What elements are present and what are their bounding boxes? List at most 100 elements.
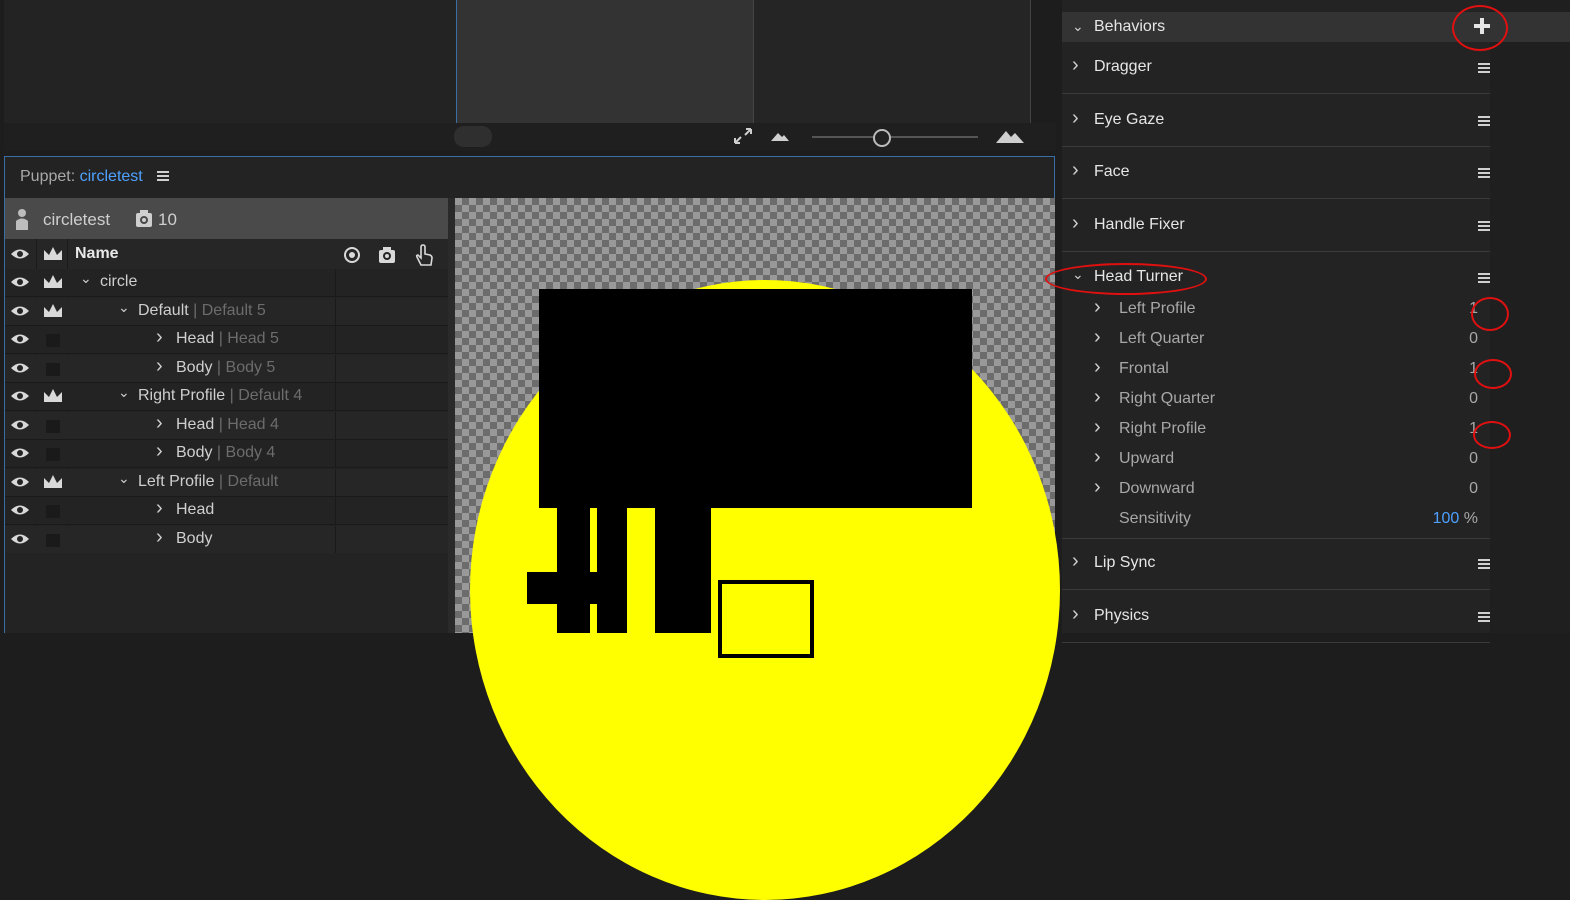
chevron-right-icon[interactable]: › xyxy=(1072,603,1079,626)
sensitivity-value[interactable]: 100 xyxy=(1433,510,1460,527)
chevron-right-icon[interactable]: › xyxy=(1094,446,1101,469)
head-turner-param-row[interactable]: › Upward 0 xyxy=(1062,444,1490,474)
behavior-row[interactable]: › Dragger xyxy=(1062,42,1490,94)
param-value[interactable]: 0 xyxy=(1469,330,1478,348)
param-label: Left Quarter xyxy=(1119,330,1205,347)
layer-row[interactable]: › Head | Head 5 xyxy=(5,326,448,354)
chevron-right-icon[interactable]: › xyxy=(1094,356,1101,379)
zoom-slider-knob[interactable] xyxy=(873,129,891,147)
chevron-right-icon[interactable]: › xyxy=(156,526,163,549)
visibility-eye-icon[interactable] xyxy=(10,532,30,550)
visibility-column-eye-icon[interactable] xyxy=(10,248,30,260)
behavior-menu-icon[interactable] xyxy=(1478,273,1490,283)
independent-toggle-box[interactable] xyxy=(46,362,60,376)
zoom-out-mountain-icon[interactable] xyxy=(771,131,789,141)
chevron-right-icon[interactable]: › xyxy=(156,440,163,463)
behavior-menu-icon[interactable] xyxy=(1478,63,1490,73)
name-column-header[interactable]: Name xyxy=(75,245,119,263)
chevron-down-icon[interactable]: ⌄ xyxy=(118,299,130,316)
behavior-menu-icon[interactable] xyxy=(1478,611,1490,622)
independent-crown-icon[interactable] xyxy=(43,474,63,495)
chevron-down-icon[interactable]: ⌄ xyxy=(118,470,130,487)
record-column-icon[interactable] xyxy=(343,246,361,264)
zoom-slider-track[interactable] xyxy=(812,136,978,138)
layer-row[interactable]: › Head xyxy=(5,497,448,525)
layer-row[interactable]: ⌄ circle xyxy=(5,269,448,297)
chevron-right-icon[interactable]: › xyxy=(1094,386,1101,409)
horizontal-scroll-thumb[interactable] xyxy=(454,126,492,147)
behaviors-collapse-chevron-icon[interactable]: ⌄ xyxy=(1072,18,1084,35)
chevron-right-icon[interactable]: › xyxy=(156,355,163,378)
layer-source-name: | Default xyxy=(214,472,279,490)
chevron-right-icon[interactable]: › xyxy=(1072,159,1079,182)
behavior-row[interactable]: › Physics xyxy=(1062,591,1490,643)
visibility-eye-icon[interactable] xyxy=(10,361,30,379)
annotation-circle-head-turner xyxy=(1045,263,1207,295)
chevron-right-icon[interactable]: › xyxy=(1094,476,1101,499)
touch-column-icon[interactable] xyxy=(413,243,435,267)
independent-toggle-box[interactable] xyxy=(46,419,60,433)
head-turner-param-row[interactable]: › Right Quarter 0 xyxy=(1062,384,1490,414)
chevron-down-icon[interactable]: ⌄ xyxy=(80,270,92,287)
visibility-eye-icon[interactable] xyxy=(10,446,30,464)
layer-name: Head | Head 5 xyxy=(176,330,279,348)
layer-row[interactable]: › Head | Head 4 xyxy=(5,411,448,440)
panel-splitter[interactable] xyxy=(448,198,455,633)
independent-crown-icon[interactable] xyxy=(43,303,63,324)
layer-row[interactable]: › Body xyxy=(5,525,448,554)
visibility-eye-icon[interactable] xyxy=(10,332,30,350)
chevron-right-icon[interactable]: › xyxy=(1094,296,1101,319)
chevron-right-icon[interactable]: › xyxy=(156,412,163,435)
layer-row[interactable]: › Body | Body 5 xyxy=(5,354,448,383)
param-value[interactable]: 0 xyxy=(1469,450,1478,468)
panel-menu-icon[interactable] xyxy=(157,171,170,181)
chevron-right-icon[interactable]: › xyxy=(1072,54,1079,77)
chevron-right-icon[interactable]: › xyxy=(1072,550,1079,573)
head-turner-param-row[interactable]: › Downward 0 xyxy=(1062,474,1490,504)
layer-row[interactable]: › Body | Body 4 xyxy=(5,440,448,468)
head-turner-param-row[interactable]: › Left Quarter 0 xyxy=(1062,324,1490,354)
behavior-menu-icon[interactable] xyxy=(1478,168,1490,178)
independent-toggle-box[interactable] xyxy=(46,533,60,547)
behavior-menu-icon[interactable] xyxy=(1478,115,1490,126)
behavior-row[interactable]: › Eye Gaze xyxy=(1062,95,1490,147)
behavior-row[interactable]: › Handle Fixer xyxy=(1062,200,1490,252)
head-turner-param-row[interactable]: › Right Profile 1 xyxy=(1062,414,1490,444)
independent-toggle-box[interactable] xyxy=(46,505,60,518)
independent-toggle-box[interactable] xyxy=(46,448,60,461)
visibility-eye-icon[interactable] xyxy=(10,304,30,322)
zoom-in-mountain-icon[interactable] xyxy=(996,129,1024,143)
layer-row[interactable]: ⌄ Right Profile | Default 4 xyxy=(5,383,448,411)
param-value[interactable]: 0 xyxy=(1469,390,1478,408)
chevron-right-icon[interactable]: › xyxy=(1072,212,1079,235)
behavior-row[interactable]: › Lip Sync xyxy=(1062,538,1490,590)
chevron-right-icon[interactable]: › xyxy=(1094,416,1101,439)
param-value[interactable]: 0 xyxy=(1469,480,1478,498)
behavior-menu-icon[interactable] xyxy=(1478,559,1490,569)
layer-row[interactable]: ⌄ Default | Default 5 xyxy=(5,297,448,326)
independent-crown-icon[interactable] xyxy=(43,274,63,295)
behavior-menu-icon[interactable] xyxy=(1478,220,1490,231)
head-turner-param-row[interactable]: › Left Profile 1 xyxy=(1062,294,1490,324)
behavior-row[interactable]: › Face xyxy=(1062,147,1490,199)
head-turner-param-row[interactable]: › Frontal 1 xyxy=(1062,354,1490,384)
visibility-eye-icon[interactable] xyxy=(10,389,30,407)
layer-source-name: | Default 4 xyxy=(225,387,303,404)
sensitivity-row[interactable]: Sensitivity 100 % xyxy=(1062,504,1490,539)
camera-column-icon[interactable] xyxy=(377,245,397,265)
visibility-eye-icon[interactable] xyxy=(10,418,30,436)
chevron-right-icon[interactable]: › xyxy=(1072,107,1079,130)
independent-column-crown-icon[interactable] xyxy=(43,246,63,262)
chevron-down-icon[interactable]: ⌄ xyxy=(118,384,130,401)
fit-view-icon[interactable] xyxy=(733,127,753,145)
visibility-eye-icon[interactable] xyxy=(10,275,30,293)
chevron-right-icon[interactable]: › xyxy=(1094,326,1101,349)
visibility-eye-icon[interactable] xyxy=(10,503,30,521)
puppet-name-link[interactable]: circletest xyxy=(80,168,143,185)
visibility-eye-icon[interactable] xyxy=(10,475,30,493)
chevron-right-icon[interactable]: › xyxy=(156,326,163,349)
chevron-right-icon[interactable]: › xyxy=(156,497,163,520)
independent-toggle-box[interactable] xyxy=(46,334,60,347)
independent-crown-icon[interactable] xyxy=(43,388,63,409)
layer-row[interactable]: ⌄ Left Profile | Default xyxy=(5,468,448,497)
